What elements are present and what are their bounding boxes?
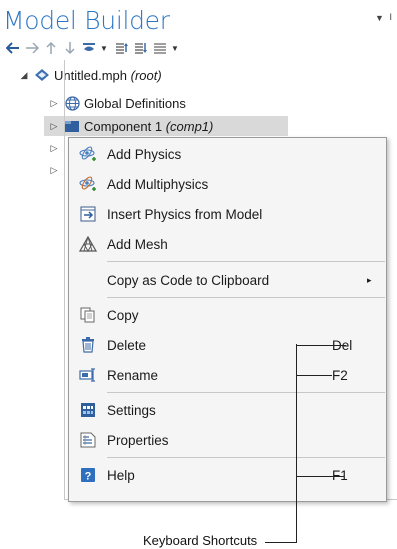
expand-triangle-icon[interactable]: ▷: [48, 165, 60, 176]
menu-item-properties[interactable]: Properties: [69, 425, 386, 455]
help-icon: ?: [69, 467, 107, 483]
callout-line-rename: [296, 375, 332, 376]
menu-separator: [107, 261, 385, 262]
panel-menu-extra[interactable]: ı: [389, 9, 392, 23]
settings-label: Settings: [107, 402, 156, 418]
global-definitions-label: Global Definitions: [84, 95, 186, 111]
menu-item-rename[interactable]: Rename F2: [69, 360, 386, 390]
move-up-icon[interactable]: [42, 39, 60, 57]
model-root-icon: [34, 67, 50, 83]
add-mesh-label: Add Mesh: [107, 236, 168, 252]
globe-icon: [64, 95, 80, 111]
component-label: Component 1: [84, 118, 163, 134]
trash-icon: [69, 337, 107, 353]
submenu-arrow-icon: ▸: [367, 274, 372, 285]
menu-item-insert-physics[interactable]: Insert Physics from Model: [69, 199, 386, 229]
tree-item-partial-1[interactable]: ▷: [48, 138, 64, 158]
copy-label: Copy: [107, 307, 139, 323]
show-dropdown-icon[interactable]: ▼: [99, 44, 109, 53]
collapse-triangle-icon[interactable]: ◢: [18, 70, 30, 81]
rename-icon: [69, 368, 107, 382]
expand-triangle-icon[interactable]: ▷: [48, 121, 60, 132]
menu-item-add-multiphysics[interactable]: Add Multiphysics: [69, 169, 386, 199]
callout-line-label: [265, 542, 297, 543]
mesh-icon: [69, 236, 107, 252]
svg-text:?: ?: [85, 471, 92, 483]
menu-item-settings[interactable]: Settings: [69, 395, 386, 425]
properties-label: Properties: [107, 432, 169, 448]
component-icon: [64, 118, 80, 134]
menu-separator: [107, 392, 385, 393]
menu-separator: [107, 297, 385, 298]
tree-item-component-1[interactable]: ▷ Component 1 (comp1): [44, 116, 288, 136]
callout-vertical-line: [296, 344, 297, 543]
add-physics-icon: [69, 145, 107, 163]
properties-icon: [69, 432, 107, 448]
callout-line-delete: [296, 345, 346, 346]
add-multiphysics-label: Add Multiphysics: [107, 176, 209, 192]
help-shortcut: F1: [332, 467, 348, 483]
callout-label: Keyboard Shortcuts: [143, 533, 258, 548]
insert-physics-icon: [69, 206, 107, 222]
back-arrow-icon[interactable]: [4, 39, 22, 57]
copy-as-code-label: Copy as Code to Clipboard: [107, 272, 270, 288]
move-down-icon[interactable]: [61, 39, 79, 57]
forward-arrow-icon[interactable]: [23, 39, 41, 57]
copy-icon: [69, 307, 107, 323]
menu-separator: [107, 457, 385, 458]
expand-triangle-icon[interactable]: ▷: [48, 98, 60, 109]
menu-item-add-physics[interactable]: Add Physics: [69, 139, 386, 169]
root-tag: (root): [130, 67, 162, 83]
tree-item-root[interactable]: ◢ Untitled.mph (root): [18, 65, 162, 85]
callout-line-help: [296, 476, 344, 477]
list-view-dropdown-icon[interactable]: ▼: [170, 44, 180, 53]
add-multiphysics-icon: [69, 175, 107, 193]
collapse-sections-icon[interactable]: [132, 39, 150, 57]
toolbar: ▼ ▼: [4, 39, 184, 57]
expand-sections-icon[interactable]: [113, 39, 131, 57]
panel-title: Model Builder: [3, 6, 170, 35]
menu-item-copy-as-code[interactable]: Copy as Code to Clipboard ▸: [69, 265, 386, 295]
panel-menu-dropdown[interactable]: ▼: [375, 13, 384, 23]
rename-shortcut: F2: [332, 367, 348, 383]
settings-icon: [69, 402, 107, 418]
list-view-icon[interactable]: [151, 39, 169, 57]
menu-item-add-mesh[interactable]: Add Mesh: [69, 229, 386, 259]
insert-physics-label: Insert Physics from Model: [107, 206, 263, 222]
add-physics-label: Add Physics: [107, 146, 182, 162]
component-tag: (comp1): [165, 118, 214, 134]
panel-divider: [64, 60, 65, 500]
tree-item-partial-2[interactable]: ▷: [48, 160, 64, 180]
menu-item-help[interactable]: ? Help F1: [69, 460, 386, 490]
menu-item-copy[interactable]: Copy: [69, 300, 386, 330]
show-icon[interactable]: [80, 39, 98, 57]
tree-item-global-definitions[interactable]: ▷ Global Definitions: [48, 93, 186, 113]
expand-triangle-icon[interactable]: ▷: [48, 143, 60, 154]
context-menu: Add Physics Add Multiphysics Insert Phys…: [68, 137, 387, 502]
